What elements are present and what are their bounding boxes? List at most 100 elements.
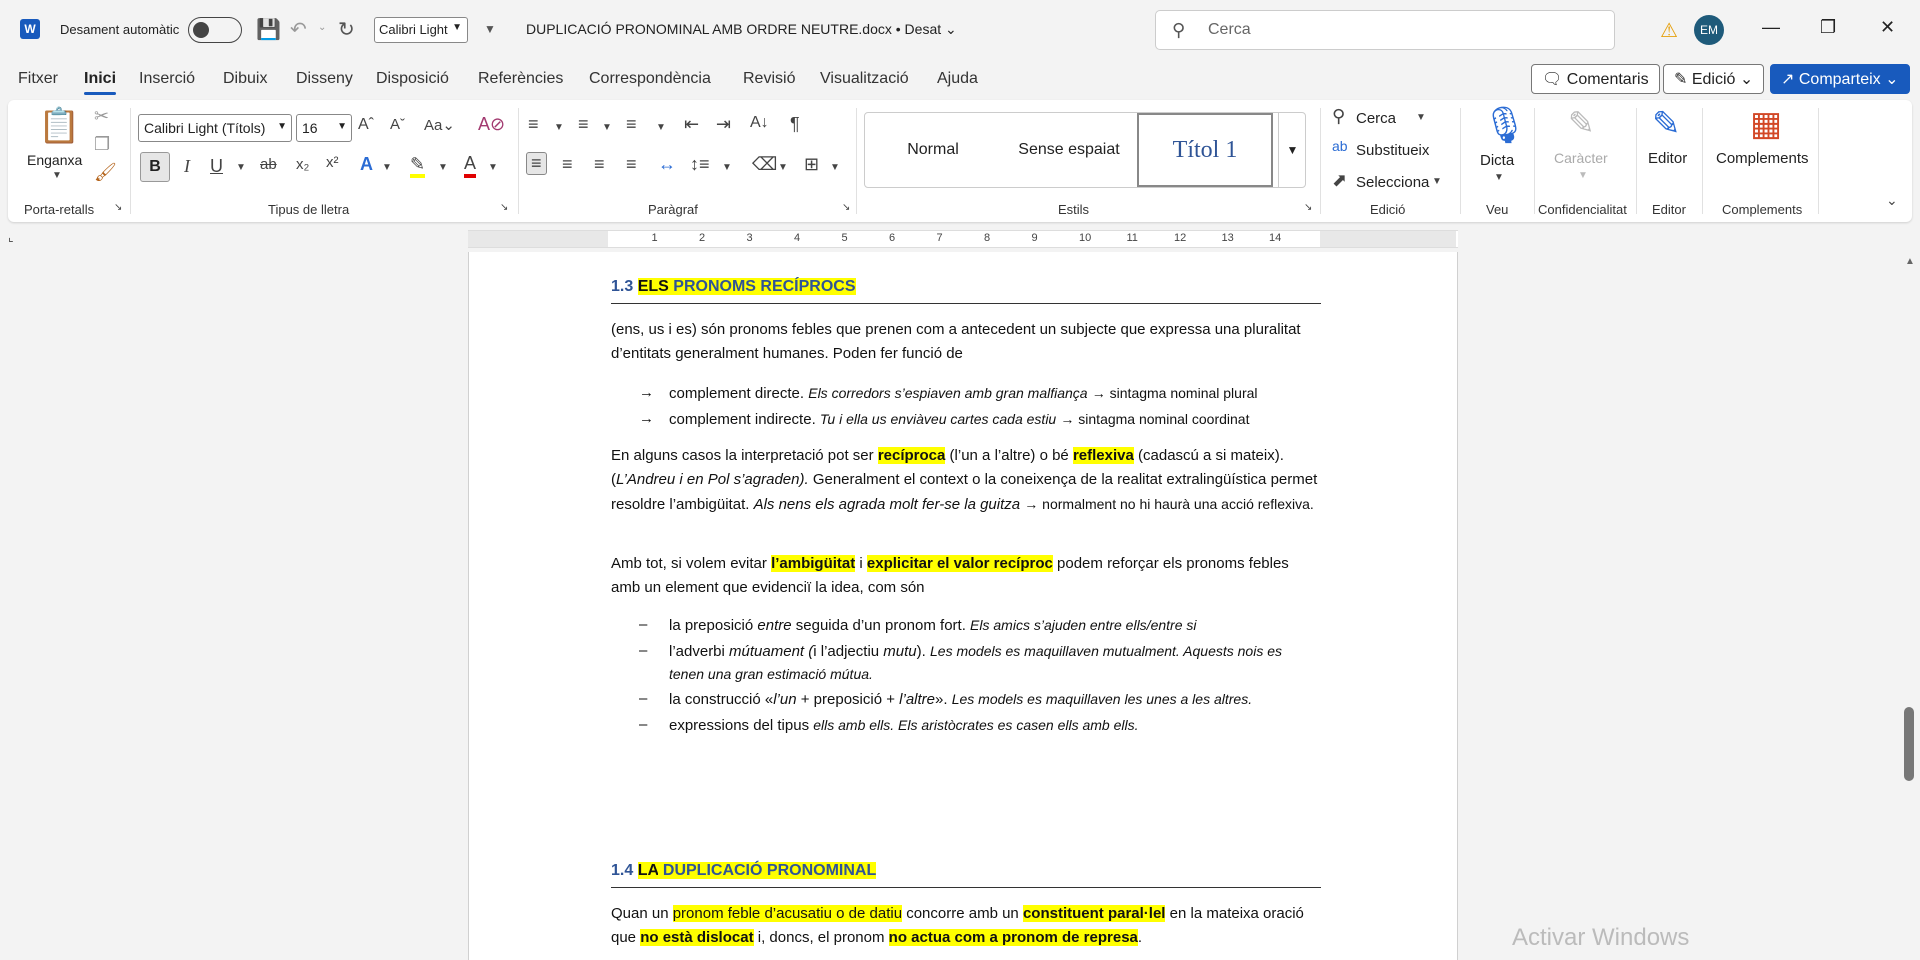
styles-more-icon[interactable]: ▼ (1278, 112, 1306, 188)
shrink-font-icon[interactable]: Aˇ (390, 116, 405, 133)
tab-disseny[interactable]: Disseny (296, 70, 353, 88)
sort-icon[interactable]: A↓ (750, 114, 769, 132)
editor-icon[interactable]: ✎ (1652, 104, 1681, 144)
bullets-icon[interactable]: ≡ (528, 114, 539, 135)
replace-button[interactable]: Substitueix (1356, 142, 1429, 159)
scroll-up-icon[interactable]: ▲ (1905, 256, 1915, 267)
line-spacing-dropdown-icon[interactable]: ▼ (722, 162, 732, 173)
change-case-icon[interactable]: Aa⌄ (424, 116, 455, 134)
tab-insercio[interactable]: Inserció (139, 70, 195, 88)
bold-button[interactable]: B (140, 152, 170, 182)
paste-icon[interactable]: 📋 (38, 106, 80, 146)
font-launcher-icon[interactable]: ↘ (500, 202, 508, 213)
paste-dropdown-icon[interactable]: ▼ (52, 170, 62, 181)
microphone-icon[interactable]: 🎙 (1482, 104, 1528, 146)
tab-referencies[interactable]: Referències (478, 70, 563, 88)
shading-dropdown-icon[interactable]: ▼ (778, 162, 788, 173)
find-icon[interactable]: ⚲ (1332, 106, 1345, 127)
align-left-button[interactable]: ≡ (526, 152, 547, 175)
find-button[interactable]: Cerca (1356, 110, 1396, 127)
document-title[interactable]: DUPLICACIÓ PRONOMINAL AMB ORDRE NEUTRE.d… (526, 21, 957, 38)
numbering-dropdown-icon[interactable]: ▼ (602, 122, 612, 133)
paragraph-launcher-icon[interactable]: ↘ (842, 202, 850, 213)
tab-revisio[interactable]: Revisió (743, 70, 795, 88)
addins-icon[interactable]: ▦ (1750, 104, 1782, 144)
quick-font-select[interactable]: Calibri Light ▼ (374, 17, 468, 43)
search-input[interactable]: ⚲ Cerca (1155, 10, 1615, 50)
highlight-icon[interactable]: ✎ (410, 154, 426, 178)
justify-button[interactable]: ≡ (626, 154, 637, 175)
underline-button[interactable]: U (210, 156, 223, 177)
tab-correspondencia[interactable]: Correspondència (589, 70, 711, 88)
clear-formatting-icon[interactable]: A⊘ (478, 114, 505, 135)
select-button[interactable]: Selecciona (1356, 174, 1429, 191)
vertical-scrollbar[interactable]: ▲ (1900, 252, 1920, 960)
save-icon[interactable]: 💾 (256, 17, 281, 42)
find-dropdown-icon[interactable]: ▼ (1416, 112, 1426, 123)
borders-dropdown-icon[interactable]: ▼ (830, 162, 840, 173)
superscript-button[interactable]: x² (326, 154, 339, 171)
multilevel-list-icon[interactable]: ≡ (626, 114, 637, 135)
strikethrough-button[interactable]: ab (260, 156, 277, 173)
warning-icon[interactable]: ⚠ (1660, 18, 1678, 43)
share-button[interactable]: ↗ Comparteix ⌄ (1770, 64, 1910, 94)
paste-label[interactable]: Enganxa (27, 152, 82, 168)
undo-icon[interactable]: ↶ (290, 17, 307, 42)
avatar[interactable]: EM (1694, 15, 1724, 45)
customize-toolbar-icon[interactable]: ▼ (484, 22, 496, 36)
numbering-icon[interactable]: ≡ (578, 114, 589, 135)
tab-fitxer[interactable]: Fitxer (18, 70, 58, 88)
editing-mode-button[interactable]: ✎ Edició ⌄ (1663, 64, 1765, 94)
addins-button[interactable]: Complements (1716, 150, 1809, 167)
font-name-select[interactable]: Calibri Light (Títols) ▼ (138, 114, 292, 142)
tab-ajuda[interactable]: Ajuda (937, 70, 978, 88)
font-color-dropdown-icon[interactable]: ▼ (488, 162, 498, 173)
increase-indent-icon[interactable]: ⇥ (716, 114, 731, 135)
styles-launcher-icon[interactable]: ↘ (1304, 202, 1312, 213)
tab-inici[interactable]: Inici (84, 70, 117, 95)
clipboard-launcher-icon[interactable]: ↘ (114, 202, 122, 213)
align-right-button[interactable]: ≡ (594, 154, 605, 175)
format-painter-icon[interactable]: 🖌 (94, 162, 117, 183)
editor-button[interactable]: Editor (1648, 150, 1687, 167)
restore-icon[interactable]: ❐ (1820, 17, 1836, 38)
tab-selector-icon[interactable]: ⌞ (8, 230, 14, 244)
comments-button[interactable]: 🗨 Comentaris (1531, 64, 1660, 94)
font-size-select[interactable]: 16 ▼ (296, 114, 352, 142)
close-icon[interactable]: ✕ (1880, 17, 1895, 38)
replace-icon[interactable]: ab (1332, 138, 1348, 154)
autosave-toggle[interactable] (188, 17, 242, 43)
pilcrow-icon[interactable]: ¶ (790, 114, 800, 135)
select-icon[interactable]: ⬈ (1332, 170, 1347, 191)
style-heading-1[interactable]: Títol 1 (1137, 113, 1273, 187)
horizontal-ruler[interactable]: 1 2 3 4 5 6 7 8 9 10 11 12 13 14 (468, 230, 1458, 248)
borders-icon[interactable]: ⊞ (804, 154, 819, 175)
minimize-icon[interactable]: — (1762, 17, 1780, 38)
text-effects-dropdown-icon[interactable]: ▼ (382, 162, 392, 173)
bullets-dropdown-icon[interactable]: ▼ (554, 122, 564, 133)
subscript-button[interactable]: x₂ (296, 156, 309, 173)
dictate-dropdown-icon[interactable]: ▼ (1494, 172, 1504, 183)
underline-dropdown-icon[interactable]: ▼ (236, 162, 246, 173)
italic-button[interactable]: I (184, 156, 190, 177)
style-no-spacing[interactable]: Sense espaiat (1001, 113, 1137, 187)
tab-dibuix[interactable]: Dibuix (223, 70, 267, 88)
shading-icon[interactable]: ⌫ (752, 154, 777, 175)
tab-disposicio[interactable]: Disposició (376, 70, 449, 88)
select-dropdown-icon[interactable]: ▼ (1432, 176, 1442, 187)
text-effects-icon[interactable]: A (360, 154, 373, 175)
document-page[interactable]: 1.3 ELS PRONOMS RECÍPROCS (ens, us i es)… (468, 252, 1458, 960)
font-color-icon[interactable]: A (464, 152, 477, 178)
style-normal[interactable]: Normal (865, 113, 1001, 187)
redo-icon[interactable]: ↻ (338, 17, 355, 42)
multilevel-dropdown-icon[interactable]: ▼ (656, 122, 666, 133)
decrease-indent-icon[interactable]: ⇤ (684, 114, 699, 135)
scroll-thumb[interactable] (1904, 707, 1914, 781)
line-spacing-icon[interactable]: ↕≡ (690, 154, 710, 175)
highlight-dropdown-icon[interactable]: ▼ (438, 162, 448, 173)
collapse-ribbon-icon[interactable]: ⌄ (1886, 192, 1898, 209)
cut-icon[interactable]: ✂ (94, 106, 109, 127)
distribute-icon[interactable]: ↔ (658, 154, 676, 175)
undo-dropdown-icon[interactable]: ⌄ (318, 22, 326, 33)
grow-font-icon[interactable]: Aˆ (358, 116, 374, 134)
